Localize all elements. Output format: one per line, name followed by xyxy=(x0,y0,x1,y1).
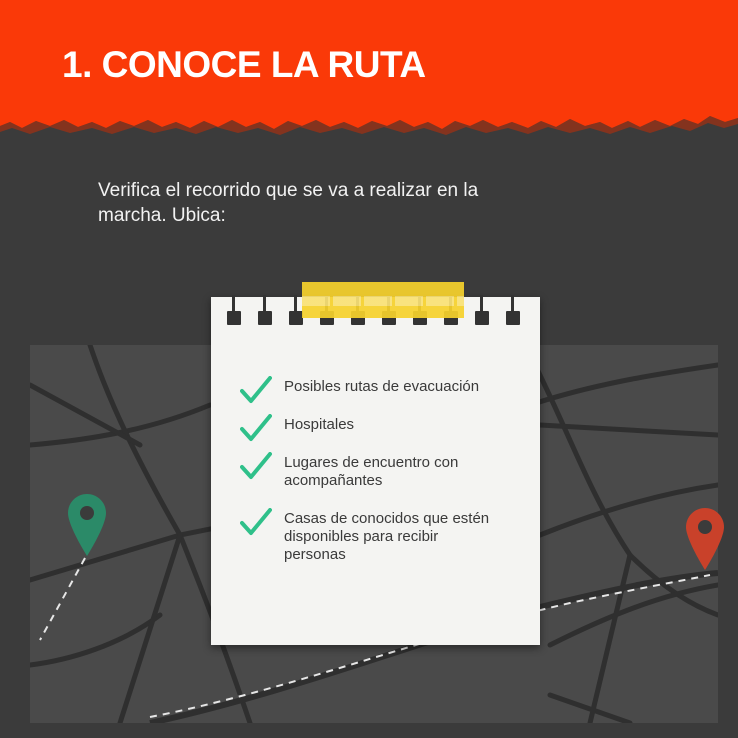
intro-text: Verifica el recorrido que se va a realiz… xyxy=(98,180,479,226)
check-icon xyxy=(240,376,272,403)
page-title: 1. CONOCE LA RUTA xyxy=(62,44,426,85)
checklist-item-text: Casas de conocidos que estén disponibles… xyxy=(284,510,490,563)
check-icon xyxy=(240,414,272,441)
checklist-item-text: Posibles rutas de evacuación xyxy=(284,378,480,395)
checklist-item-text: Lugares de encuentro con acompañantes xyxy=(284,454,459,489)
checklist-item: Hospitales xyxy=(240,414,530,441)
checklist-item: Posibles rutas de evacuación xyxy=(240,376,530,403)
check-icon xyxy=(240,508,272,535)
start-map-pin-icon xyxy=(68,494,106,556)
checklist: Posibles rutas de evacuación Hospitales … xyxy=(240,376,530,564)
infographic-page: 1. CONOCE LA RUTA Verifica el recorrido … xyxy=(0,0,738,738)
end-map-pin-icon xyxy=(686,508,724,570)
checklist-item-text: Hospitales xyxy=(284,416,355,433)
yellow-tape xyxy=(302,282,464,318)
checklist-item: Lugares de encuentro con acompañantes xyxy=(240,452,484,490)
checklist-item: Casas de conocidos que estén disponibles… xyxy=(240,508,504,564)
check-icon xyxy=(240,452,272,479)
